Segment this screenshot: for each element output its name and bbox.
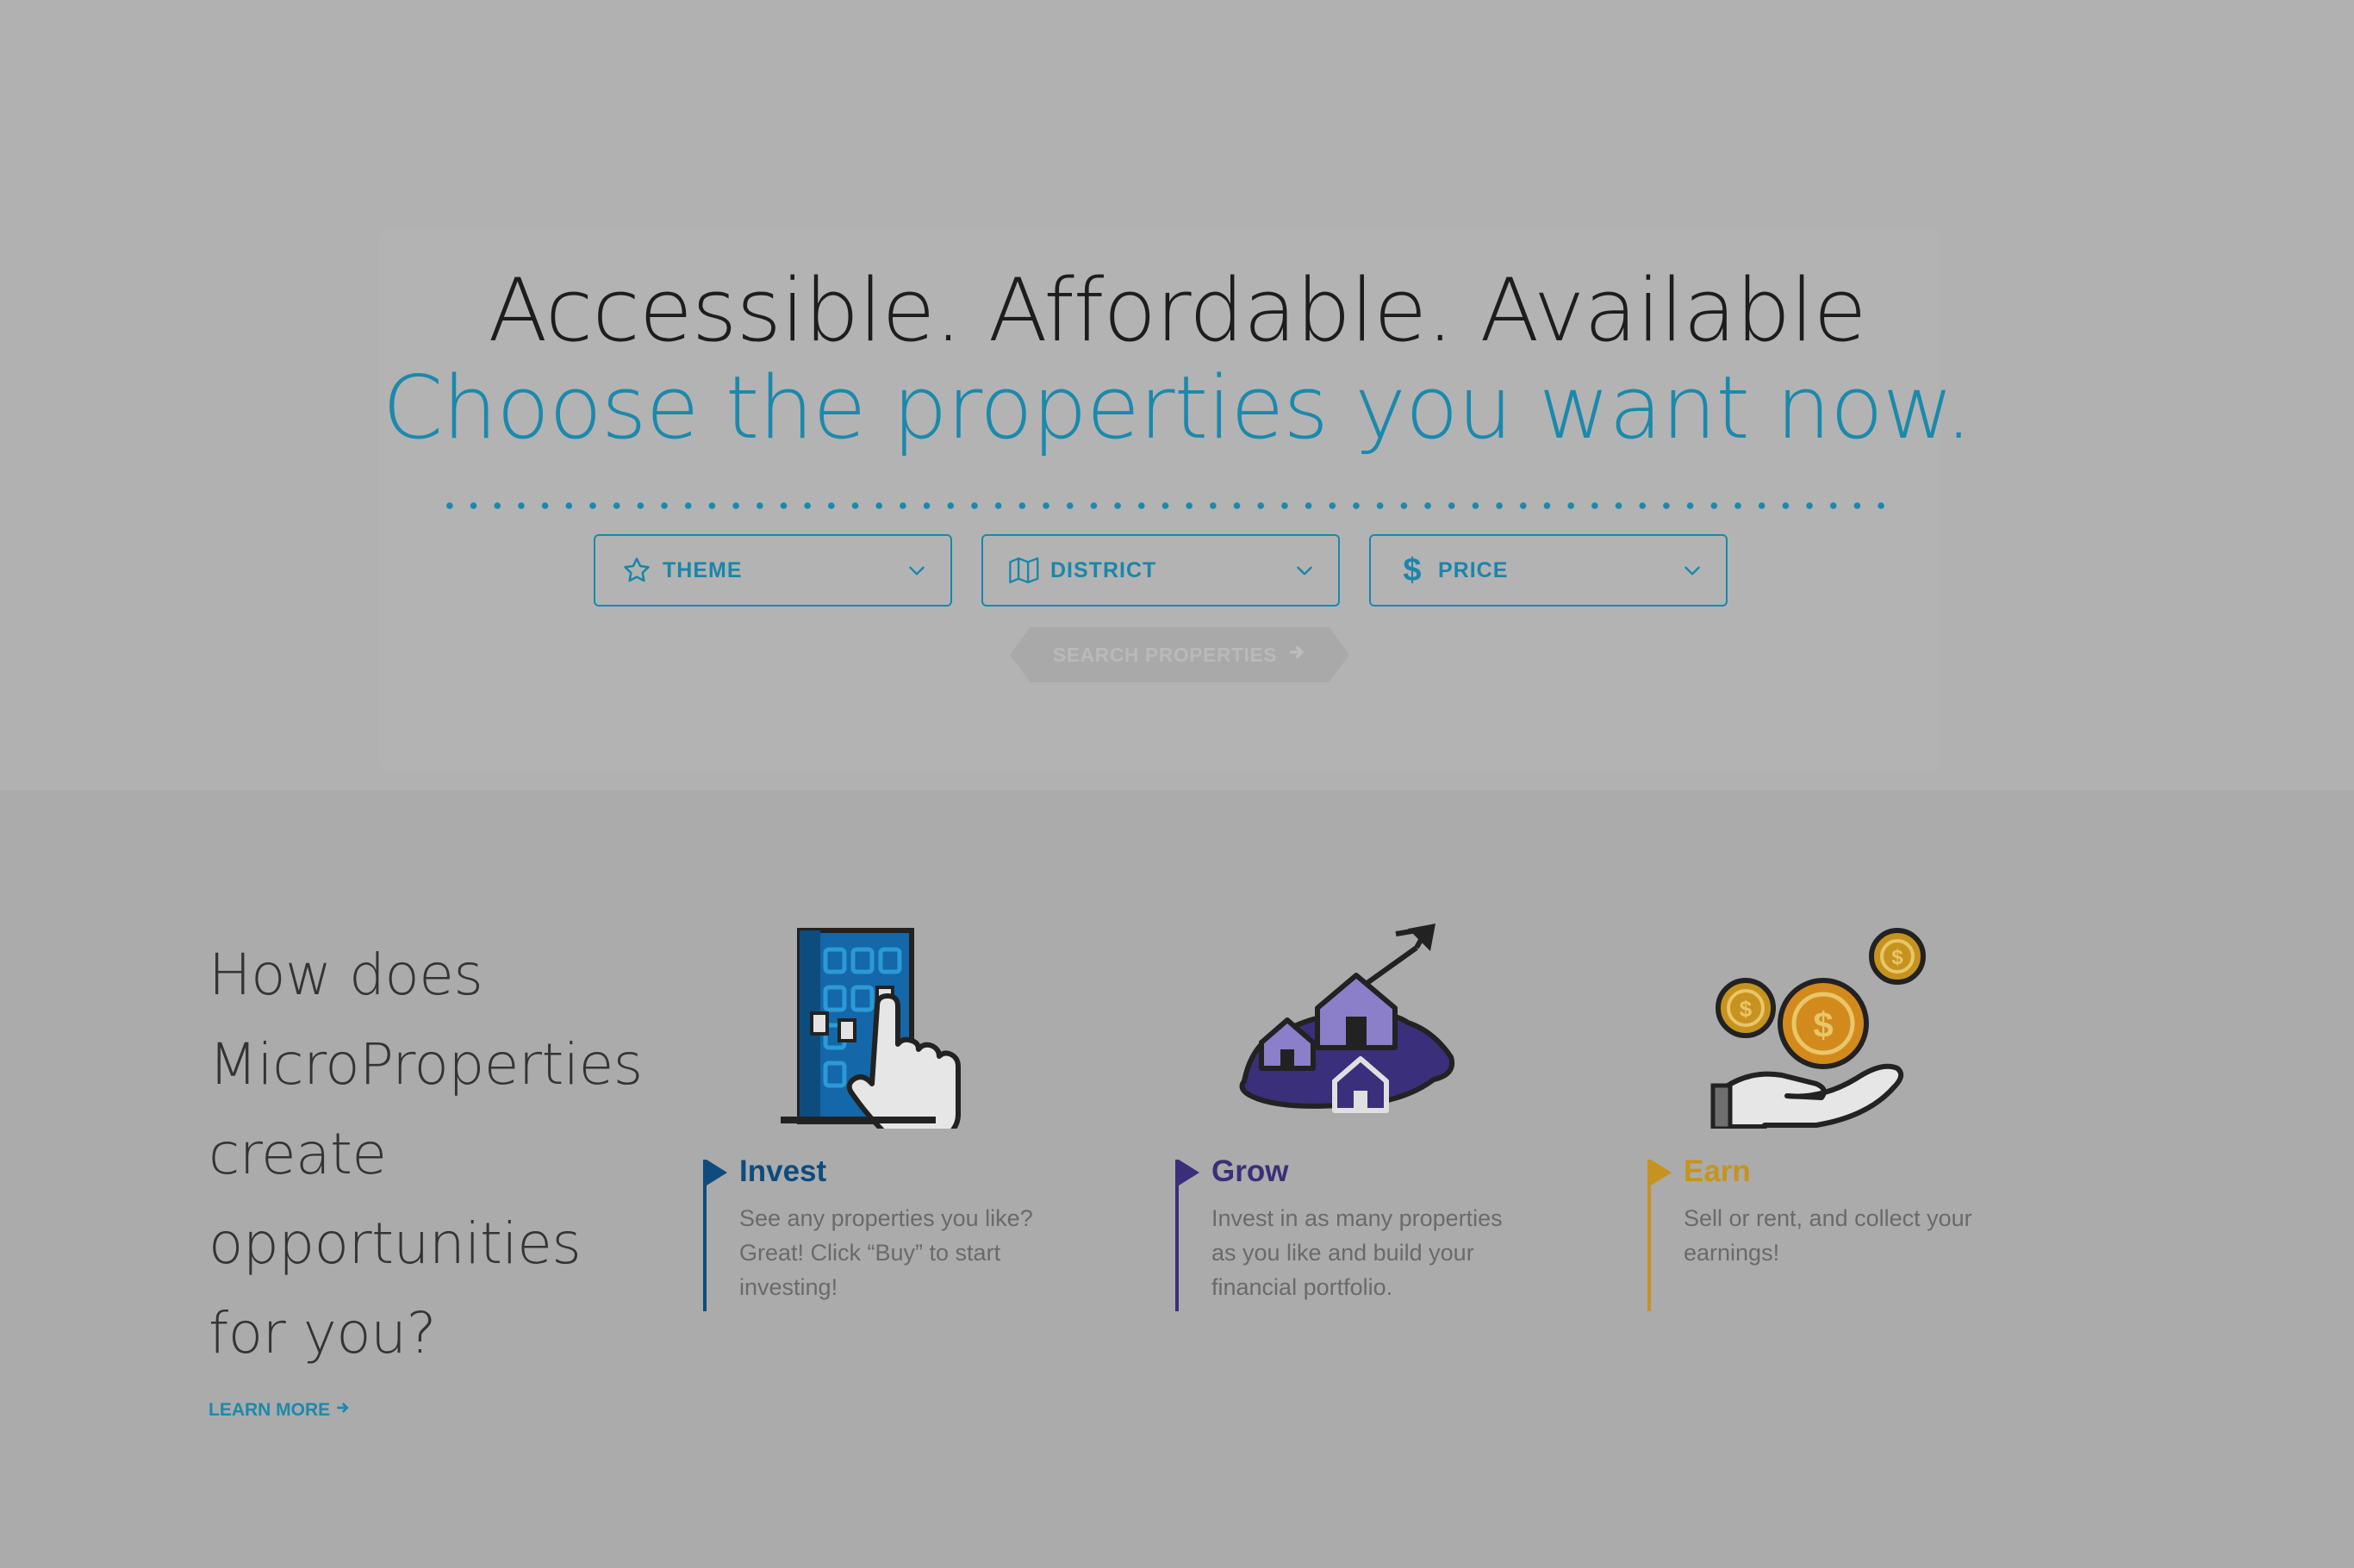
hero-headline: Accessible. Affordable. Available	[488, 259, 1866, 361]
price-filter-dropdown[interactable]: $ PRICE	[1369, 534, 1728, 607]
growth-houses-icon	[1227, 922, 1485, 1129]
svg-text:$: $	[1813, 1005, 1833, 1045]
dotted-divider	[438, 502, 1887, 509]
chevron-down-icon	[906, 559, 928, 582]
arrow-right-icon	[1287, 643, 1306, 667]
feature-flag-icon	[1179, 1160, 1199, 1185]
svg-text:$: $	[1891, 946, 1903, 969]
chevron-down-icon	[1293, 559, 1316, 582]
feature-description: Invest in as many properties as you like…	[1211, 1205, 1503, 1300]
feature-flag-icon	[707, 1160, 727, 1185]
coins-hand-icon: $ $ $	[1708, 922, 1940, 1131]
feature-title: Earn	[1684, 1154, 1751, 1188]
price-filter-label: PRICE	[1438, 557, 1509, 582]
hero-subheadline: Choose the properties you want now.	[382, 357, 1973, 458]
feature-title: Grow	[1211, 1154, 1289, 1188]
learn-more-label: LEARN MORE	[209, 1400, 331, 1420]
star-icon	[621, 555, 652, 586]
feature-title: Invest	[739, 1154, 827, 1188]
dollar-icon: $	[1403, 551, 1422, 588]
feature-flag-icon	[1651, 1160, 1672, 1185]
svg-text:$: $	[1740, 996, 1753, 1022]
search-properties-button[interactable]: SEARCH PROPERTIES	[1010, 627, 1349, 682]
search-properties-label: SEARCH PROPERTIES	[1052, 643, 1278, 666]
arrow-right-icon	[335, 1400, 351, 1421]
building-tap-icon	[781, 922, 1031, 1136]
district-filter-dropdown[interactable]: DISTRICT	[981, 534, 1340, 607]
theme-filter-label: THEME	[663, 557, 743, 582]
feature-description: Sell or rent, and collect your earnings!	[1684, 1205, 1972, 1266]
theme-filter-dropdown[interactable]: THEME	[594, 534, 952, 607]
chevron-down-icon	[1681, 559, 1703, 582]
how-section-title: How does MicroProperties create opportun…	[209, 942, 643, 1366]
map-icon	[1009, 555, 1040, 586]
learn-more-link[interactable]: LEARN MORE	[209, 1400, 351, 1421]
feature-description: See any properties you like? Great! Clic…	[739, 1205, 1033, 1300]
district-filter-label: DISTRICT	[1050, 557, 1157, 582]
